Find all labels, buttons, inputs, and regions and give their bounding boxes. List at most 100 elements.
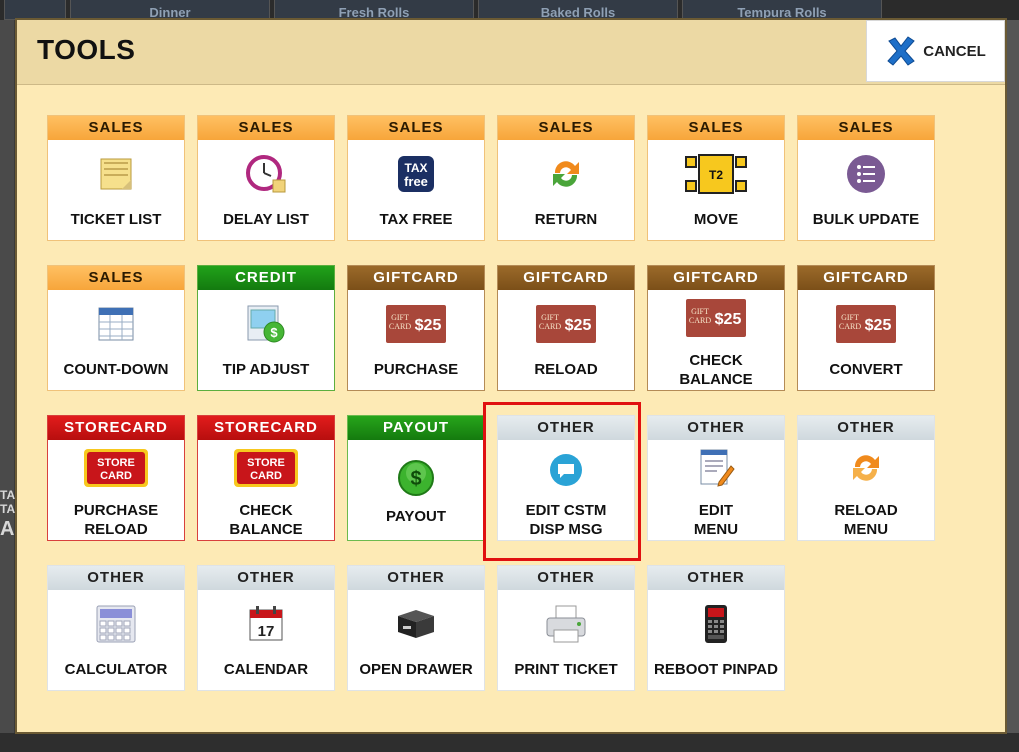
gift-card-icon: GIFT CARD $25 — [836, 305, 896, 343]
tool-move[interactable]: SALES T2 MOVE — [647, 115, 785, 241]
tile-label: COUNT-DOWN — [63, 361, 169, 378]
tile-category: SALES — [498, 116, 634, 140]
tile-label: BULK UPDATE — [812, 211, 920, 228]
gift-card-icon: GIFT CARD $25 — [386, 305, 446, 343]
tool-reboot-pinpad[interactable]: OTHER REBOOT PINPAD — [647, 565, 785, 691]
gift-card-text-gift: GIFT — [841, 313, 859, 322]
tile-category: OTHER — [648, 566, 784, 590]
gift-card-text-gift: GIFT — [391, 313, 409, 322]
move-table-icon: T2 — [685, 154, 747, 194]
pinpad-icon — [705, 605, 727, 643]
store-card-text-card: CARD — [100, 470, 132, 482]
tile-label: REBOOT PINPAD — [654, 661, 778, 678]
dollar-coin-icon: $ — [398, 460, 434, 496]
tile-label: TAX FREE — [379, 211, 453, 228]
tool-giftcard-check-balance[interactable]: GIFTCARD GIFT CARD $25 CHECK BALANCE — [647, 265, 785, 391]
tool-bulk-update[interactable]: SALES BULK UPDATE — [797, 115, 935, 241]
gift-card-text-amount: $25 — [715, 311, 742, 328]
tile-category: CREDIT — [198, 266, 334, 290]
store-card-text-card: CARD — [250, 470, 282, 482]
tile-category: OTHER — [348, 566, 484, 590]
gift-card-text-amount: $25 — [865, 317, 892, 334]
gift-card-text-gift: GIFT — [541, 313, 559, 322]
tile-label: TICKET LIST — [70, 211, 162, 228]
tile-label: CHECK BALANCE — [679, 352, 753, 388]
tool-print-ticket[interactable]: OTHER PRINT TICKET — [497, 565, 635, 691]
clock-icon — [246, 155, 286, 193]
gift-card-text-card: CARD — [689, 316, 711, 325]
background-bottom-bar — [0, 733, 1019, 752]
tool-edit-custom-display-message[interactable]: OTHER EDIT CSTM DISP MSG — [497, 415, 635, 541]
tool-giftcard-reload[interactable]: GIFTCARD GIFT CARD $25 RELOAD — [497, 265, 635, 391]
calendar-icon-text: 17 — [258, 623, 275, 640]
tile-category: OTHER — [48, 566, 184, 590]
calendar-icon: 17 — [249, 606, 283, 641]
tool-edit-menu[interactable]: OTHER EDIT MENU — [647, 415, 785, 541]
tile-category: SALES — [348, 116, 484, 140]
tile-category: OTHER — [498, 416, 634, 440]
tool-giftcard-purchase[interactable]: GIFTCARD GIFT CARD $25 PURCHASE — [347, 265, 485, 391]
tool-ticket-list[interactable]: SALES TICKET LIST — [47, 115, 185, 241]
cancel-label: CANCEL — [923, 42, 986, 60]
tool-storecard-purchase-reload[interactable]: STORECARD STORE CARD PURCHASE RELOAD — [47, 415, 185, 541]
tile-category: OTHER — [648, 416, 784, 440]
tile-category: GIFTCARD — [798, 266, 934, 290]
tile-category: SALES — [198, 116, 334, 140]
tile-label: CALENDAR — [223, 661, 309, 678]
gift-card-text-amount: $25 — [565, 317, 592, 334]
tile-label: MOVE — [693, 211, 739, 228]
tile-label: CONVERT — [829, 361, 903, 378]
tile-category: OTHER — [498, 566, 634, 590]
tile-label: PURCHASE — [373, 361, 459, 378]
cash-drawer-icon — [398, 610, 434, 638]
tool-count-down[interactable]: SALES COUNT-DOWN — [47, 265, 185, 391]
tool-calculator[interactable]: OTHER CALCULATOR — [47, 565, 185, 691]
tool-calendar[interactable]: OTHER 17 CALENDAR — [197, 565, 335, 691]
background-right-panel — [1007, 20, 1019, 752]
tile-label: PURCHASE RELOAD — [73, 502, 159, 538]
tile-label: CALCULATOR — [64, 661, 168, 678]
tax-free-icon-text-bottom: free — [404, 174, 428, 189]
bg-tab-baked-rolls: Baked Rolls — [478, 0, 678, 20]
gift-card-text-card: CARD — [839, 322, 861, 331]
reload-arrows-icon — [853, 455, 879, 481]
tool-giftcard-convert[interactable]: GIFTCARD GIFT CARD $25 CONVERT — [797, 265, 935, 391]
tile-label: RETURN — [534, 211, 598, 228]
tile-category: SALES — [48, 266, 184, 290]
gift-card-text-gift: GIFT — [691, 307, 709, 316]
store-card-text-store: STORE — [247, 457, 285, 469]
svg-text:$: $ — [410, 468, 421, 490]
list-circle-icon — [847, 155, 885, 193]
tile-label: TIP ADJUST — [222, 361, 310, 378]
tool-storecard-check-balance[interactable]: STORECARD STORE CARD CHECK BALANCE — [197, 415, 335, 541]
bg-tab-fresh-rolls: Fresh Rolls — [274, 0, 474, 20]
tile-category: OTHER — [798, 416, 934, 440]
tile-label: DELAY LIST — [223, 211, 309, 228]
tile-label: RELOAD — [534, 361, 598, 378]
gift-card-text-amount: $25 — [415, 317, 442, 334]
tool-open-drawer[interactable]: OTHER OPEN DRAWER — [347, 565, 485, 691]
tile-category: OTHER — [198, 566, 334, 590]
gift-card-text-card: CARD — [539, 322, 561, 331]
tax-free-icon-text-top: TAX — [404, 161, 427, 175]
tool-tip-adjust[interactable]: CREDIT $ TIP ADJUST — [197, 265, 335, 391]
cancel-button[interactable]: CANCEL — [866, 20, 1005, 82]
gift-card-text-card: CARD — [389, 322, 411, 331]
tool-reload-menu[interactable]: OTHER RELOAD MENU — [797, 415, 935, 541]
return-arrows-icon — [553, 161, 579, 187]
tile-category: SALES — [48, 116, 184, 140]
tile-category: PAYOUT — [348, 416, 484, 440]
tool-delay-list[interactable]: SALES DELAY LIST — [197, 115, 335, 241]
tip-adjust-icon: $ — [247, 305, 285, 343]
store-card-text-store: STORE — [97, 457, 135, 469]
printer-icon — [546, 605, 586, 643]
background-left-panel — [0, 20, 14, 752]
tile-label: PAYOUT — [385, 508, 446, 525]
tool-return[interactable]: SALES RETURN — [497, 115, 635, 241]
tile-label: EDIT MENU — [693, 502, 739, 538]
tile-label: OPEN DRAWER — [359, 661, 473, 678]
tile-label: RELOAD MENU — [834, 502, 898, 538]
tool-tax-free[interactable]: SALES TAX free TAX FREE — [347, 115, 485, 241]
tool-payout[interactable]: PAYOUT $ PAYOUT — [347, 415, 485, 541]
tile-category: GIFTCARD — [648, 266, 784, 290]
